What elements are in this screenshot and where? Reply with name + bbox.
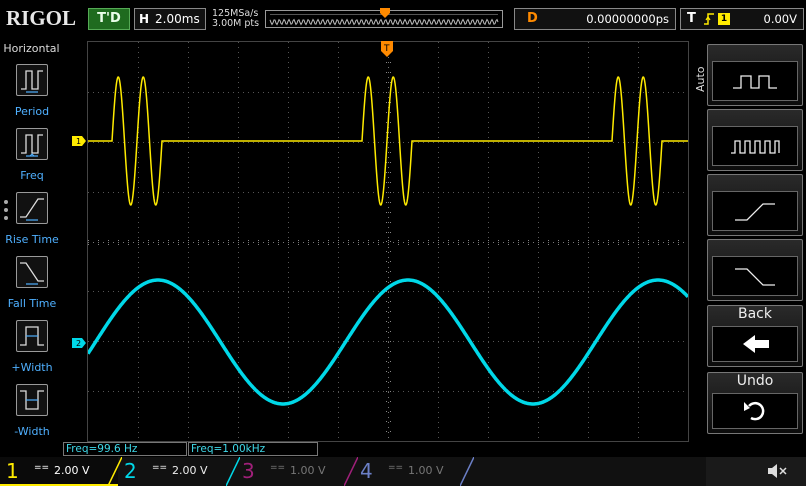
right-softkey-menu: Auto Back Undo: [690, 41, 806, 442]
waveform-plot: [88, 42, 688, 438]
channel-2-scale: 2.00 V: [172, 464, 208, 477]
channel-1-waveform: [88, 76, 688, 206]
channel-3-tab[interactable]: 3 == 1.00 V: [236, 457, 354, 486]
channel-2-offset-marker[interactable]: 2: [72, 338, 86, 348]
channel-4-tab[interactable]: 4 == 1.00 V: [354, 457, 472, 486]
brand-logo: RIGOL: [6, 6, 77, 30]
positive-width-icon: [16, 320, 48, 352]
channel-1-scale: 2.00 V: [54, 464, 90, 477]
channel-2-number: 2: [124, 459, 137, 483]
measurement-ch1-frequency[interactable]: Freq=99.6 Hz: [63, 442, 187, 456]
memory-depth: 3.00M pts: [212, 18, 260, 29]
acquisition-info: 125MSa/s 3.00M pts: [212, 9, 259, 29]
frequency-icon: [16, 128, 48, 160]
channel-3-scale: 1.00 V: [290, 464, 326, 477]
measure-period-button[interactable]: Period: [3, 64, 61, 126]
dc-coupling-icon: ==: [152, 463, 168, 473]
memory-overview-strip[interactable]: [265, 8, 503, 28]
delay-label: D: [527, 11, 538, 26]
auto-mode-label: Auto: [694, 66, 707, 92]
rising-edge-button[interactable]: [707, 174, 803, 236]
period-label: Period: [14, 105, 50, 118]
channel-3-number: 3: [242, 459, 255, 483]
channel-1-tab[interactable]: 1 == 2.00 V: [0, 457, 118, 486]
rising-edge-icon: [704, 13, 714, 25]
negative-width-label: -Width: [14, 425, 50, 438]
tab-separator: [460, 457, 474, 486]
channel-4-scale: 1.00 V: [408, 464, 444, 477]
negative-width-icon: [16, 384, 48, 416]
trigger-box[interactable]: T 1 0.00V: [680, 8, 804, 30]
pulse-train-icon: [712, 126, 798, 166]
channel-2-marker-label: 2: [76, 339, 81, 348]
rising-edge-icon: [712, 191, 798, 231]
falling-edge-button[interactable]: [707, 239, 803, 301]
dc-coupling-icon: ==: [270, 463, 286, 473]
back-button[interactable]: Back: [707, 305, 803, 367]
trigger-position-marker-icon: [380, 8, 390, 18]
measure-freq-button[interactable]: Freq: [3, 128, 61, 190]
channel-1-offset-marker[interactable]: 1: [72, 136, 86, 146]
dc-coupling-icon: ==: [34, 463, 50, 473]
channel-1-number: 1: [6, 459, 19, 483]
top-status-bar: RIGOL T'D H 2.00ms 125MSa/s 3.00M pts D 0…: [0, 0, 806, 38]
undo-button[interactable]: Undo: [707, 372, 803, 434]
sound-button[interactable]: [706, 457, 806, 486]
waveform-display[interactable]: [87, 41, 689, 442]
timebase-value: 2.00ms: [155, 12, 200, 26]
fall-time-label: Fall Time: [7, 297, 57, 310]
timebase-box[interactable]: H 2.00ms: [134, 8, 206, 30]
graticule: [88, 42, 684, 438]
delay-box[interactable]: D 0.00000000ps: [514, 8, 676, 30]
timebase-label: H: [139, 12, 150, 26]
run-status-badge[interactable]: T'D: [88, 8, 130, 30]
trigger-level-value: 0.00V: [763, 12, 797, 26]
measure-rise-time-button[interactable]: Rise Time: [3, 192, 61, 254]
channel-status-bar: 1 == 2.00 V 2 == 2.00 V 3 == 1.00 V 4 ==…: [0, 457, 806, 486]
dc-coupling-icon: ==: [388, 463, 404, 473]
single-pulse-button[interactable]: [707, 44, 803, 106]
delay-value: 0.00000000ps: [586, 12, 669, 26]
positive-width-label: +Width: [11, 361, 53, 374]
measure-positive-width-button[interactable]: +Width: [3, 320, 61, 382]
trigger-source-badge: 1: [718, 13, 730, 25]
falling-edge-icon: [712, 256, 798, 296]
measure-fall-time-button[interactable]: Fall Time: [3, 256, 61, 318]
pulse-train-button[interactable]: [707, 109, 803, 171]
measure-negative-width-button[interactable]: -Width: [3, 384, 61, 446]
left-arrow-icon: [712, 326, 798, 362]
trigger-position-label: T: [383, 44, 390, 54]
channel-1-marker-label: 1: [76, 137, 81, 146]
fall-time-icon: [16, 256, 48, 288]
measurement-ch2-frequency[interactable]: Freq=1.00kHz: [188, 442, 318, 456]
speaker-muted-icon: [768, 464, 787, 478]
back-label: Back: [738, 306, 772, 322]
single-pulse-icon: [712, 61, 798, 101]
menu-title: Horizontal: [3, 42, 60, 55]
freq-label: Freq: [20, 169, 44, 182]
channel-2-tab[interactable]: 2 == 2.00 V: [118, 457, 236, 486]
rise-time-label: Rise Time: [5, 233, 59, 246]
rise-time-icon: [16, 192, 48, 224]
trigger-label: T: [687, 11, 696, 26]
trigger-position-marker[interactable]: T: [381, 41, 393, 57]
undo-label: Undo: [736, 373, 774, 389]
undo-icon: [712, 393, 798, 429]
period-icon: [16, 64, 48, 96]
left-measure-menu: Horizontal Period Freq Rise Time Fall Ti…: [0, 40, 63, 442]
channel-4-number: 4: [360, 459, 373, 483]
